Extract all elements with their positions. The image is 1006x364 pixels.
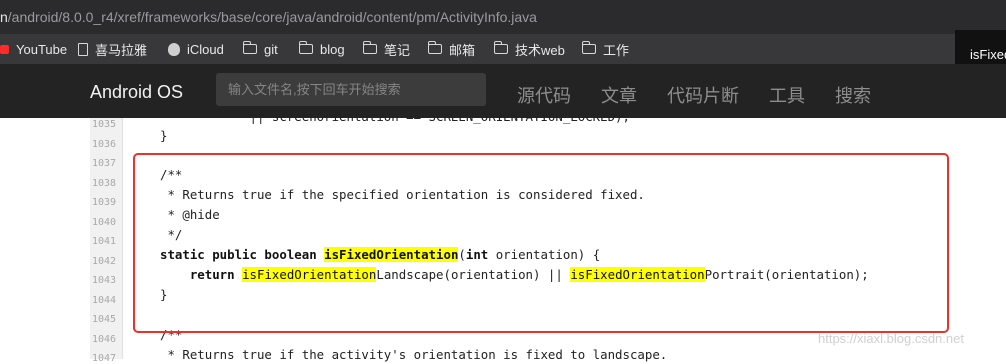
line-number[interactable]: 1036 <box>92 139 116 150</box>
code-line: * Returns true if the activity's orienta… <box>160 347 668 362</box>
line-number[interactable]: 1037 <box>92 158 116 169</box>
youtube-icon <box>0 44 9 54</box>
file-search-input[interactable] <box>216 73 486 106</box>
browser-url-bar[interactable]: n/android/8.0.0_r4/xref/frameworks/base/… <box>0 0 1006 34</box>
line-number[interactable]: 1038 <box>92 178 116 189</box>
document-icon <box>78 42 88 56</box>
line-number[interactable]: 1039 <box>92 197 116 208</box>
bookmarks-bar: YouTube 喜马拉雅 iCloud git blog 笔记 邮箱 技术web… <box>0 34 1006 64</box>
nav-link-search[interactable]: 搜索 <box>835 82 871 108</box>
line-number[interactable]: 1044 <box>92 295 116 306</box>
bookmark-git[interactable]: git <box>242 40 278 58</box>
line-number[interactable]: 1040 <box>92 217 116 228</box>
code-line: } <box>160 128 168 143</box>
apple-icon <box>168 42 180 56</box>
site-brand[interactable]: Android OS <box>90 82 183 103</box>
folder-icon <box>427 41 442 54</box>
nav-link-snippets[interactable]: 代码片断 <box>667 82 739 108</box>
line-number[interactable]: 1041 <box>92 236 116 247</box>
watermark: https://xiaxl.blog.csdn.net <box>818 331 964 346</box>
bookmark-ximalaya[interactable]: 喜马拉雅 <box>78 40 147 58</box>
nav-link-source[interactable]: 源代码 <box>517 82 571 108</box>
annotation-highlight-box <box>133 153 949 333</box>
bookmark-icloud[interactable]: iCloud <box>168 40 224 58</box>
bookmark-techweb[interactable]: 技术web <box>493 40 565 58</box>
line-number[interactable]: 1046 <box>92 334 116 345</box>
bookmark-work[interactable]: 工作 <box>581 40 629 58</box>
bookmark-notes[interactable]: 笔记 <box>362 40 410 58</box>
folder-icon <box>581 41 596 54</box>
line-number-gutter: 1035 1036 1037 1038 1039 1040 1041 1042 … <box>90 118 123 364</box>
url-text[interactable]: n/android/8.0.0_r4/xref/frameworks/base/… <box>0 9 537 25</box>
line-number[interactable]: 1042 <box>92 256 116 267</box>
line-number[interactable]: 1045 <box>92 314 116 325</box>
line-number[interactable]: 1035 <box>92 119 116 130</box>
folder-icon <box>298 41 313 54</box>
folder-icon <box>493 41 508 54</box>
nav-link-tools[interactable]: 工具 <box>769 82 805 108</box>
bookmark-blog[interactable]: blog <box>298 40 345 58</box>
folder-icon <box>362 41 377 54</box>
bookmark-youtube[interactable]: YouTube <box>0 40 67 58</box>
code-line: || screenOrientation == SCREEN_ORIENTATI… <box>160 109 630 124</box>
bookmark-mail[interactable]: 邮箱 <box>427 40 475 58</box>
folder-icon <box>242 41 257 54</box>
line-number[interactable]: 1043 <box>92 275 116 286</box>
nav-link-articles[interactable]: 文章 <box>601 82 637 108</box>
